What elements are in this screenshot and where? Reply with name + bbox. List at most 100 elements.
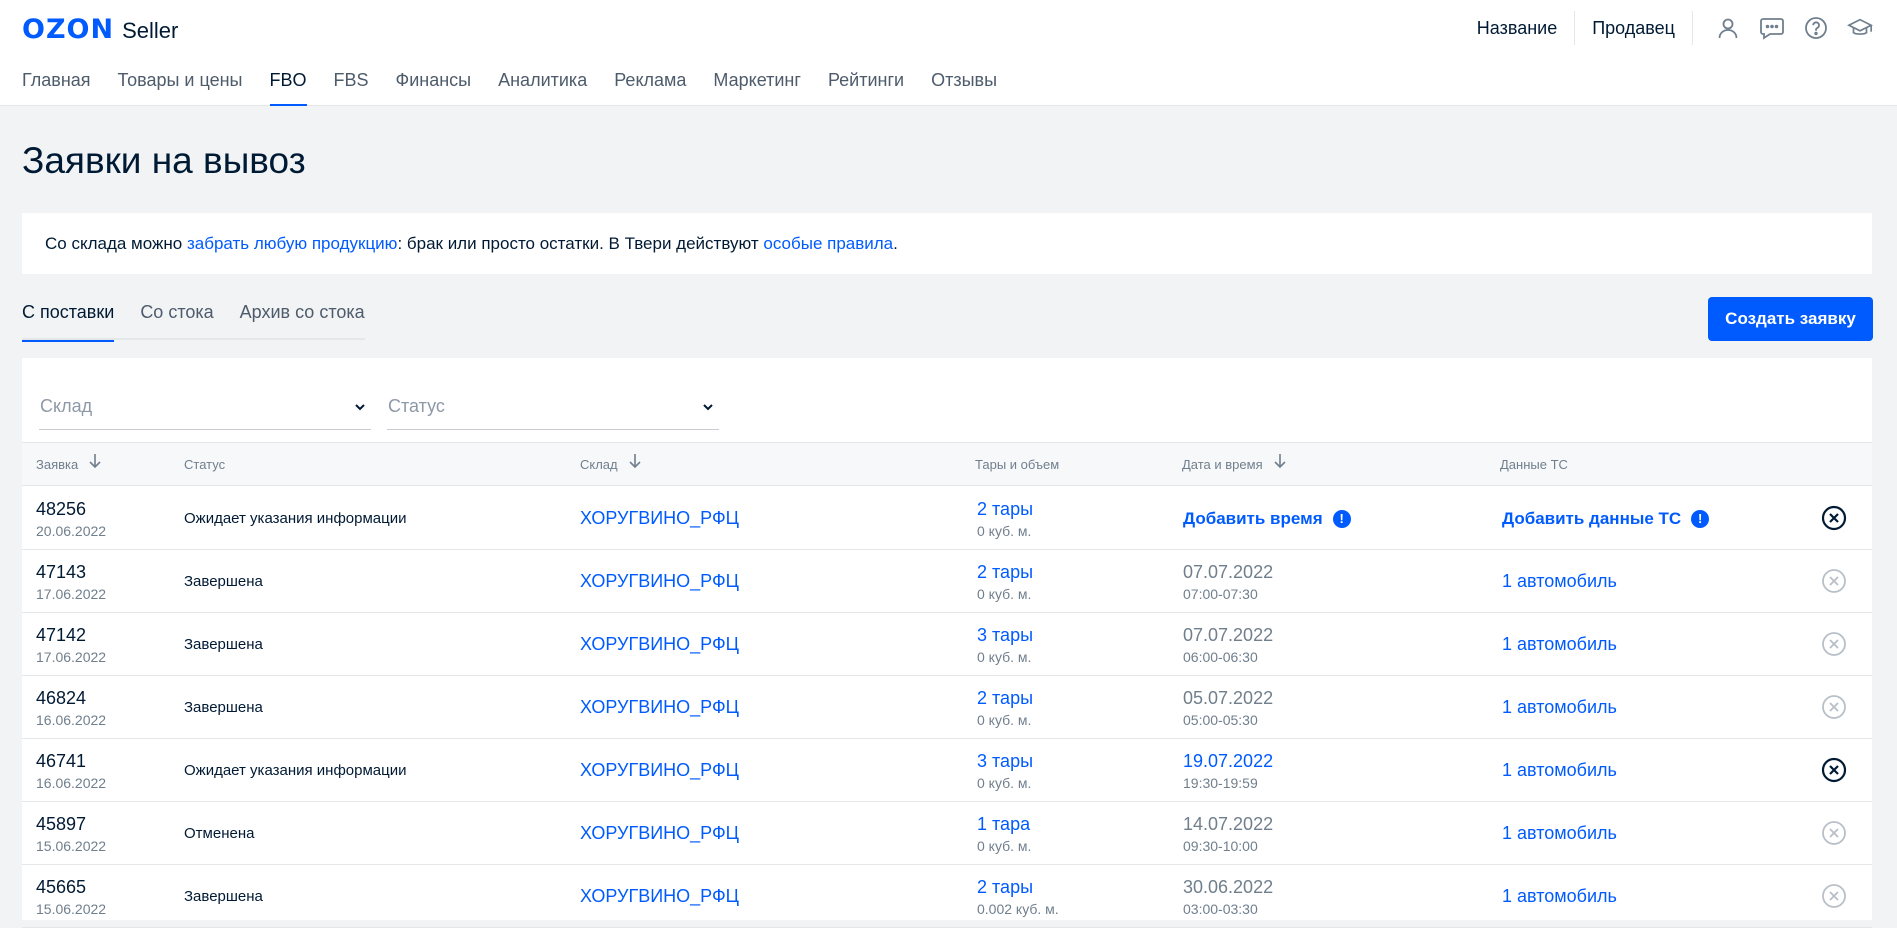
request-number[interactable]: 48256 [36, 499, 106, 520]
nav-item-ads[interactable]: Реклама [614, 70, 686, 106]
table-row[interactable]: 45665 15.06.2022 Завершена ХОРУГВИНО_РФЦ… [22, 865, 1872, 928]
status-cell: Завершена [184, 865, 263, 928]
request-cell: 46741 16.06.2022 [36, 739, 106, 802]
vehicle-link[interactable]: 1 автомобиль [1502, 571, 1617, 592]
vehicle-link[interactable]: 1 автомобиль [1502, 886, 1617, 907]
user-icon[interactable] [1715, 15, 1741, 41]
tab-from-stock[interactable]: Со стока [140, 302, 213, 340]
cancel-request-icon[interactable] [1821, 757, 1847, 783]
warehouse-cell: ХОРУГВИНО_РФЦ [580, 802, 739, 865]
status-cell: Ожидает указания информации [184, 739, 407, 802]
create-request-button[interactable]: Создать заявку [1708, 297, 1873, 341]
nav-item-fbo[interactable]: FBO [269, 70, 307, 106]
vehicle-link[interactable]: 1 автомобиль [1502, 760, 1617, 781]
column-warehouse[interactable]: Склад [580, 443, 642, 487]
volume: 0 куб. м. [977, 774, 1032, 791]
chevron-down-icon [353, 400, 367, 419]
ozon-seller-logo[interactable]: OZON Seller [22, 14, 178, 45]
request-number[interactable]: 45665 [36, 877, 106, 898]
warehouse-link[interactable]: ХОРУГВИНО_РФЦ [580, 697, 739, 718]
chat-icon[interactable] [1759, 15, 1785, 41]
slot-time: 05:00-05:30 [1183, 711, 1258, 728]
warehouse-link[interactable]: ХОРУГВИНО_РФЦ [580, 508, 739, 529]
nav-item-marketing[interactable]: Маркетинг [713, 70, 801, 106]
column-datetime[interactable]: Дата и время [1182, 443, 1287, 487]
tares-link[interactable]: 1 тара [977, 814, 1031, 835]
status-select[interactable]: Статус [387, 388, 719, 430]
request-number[interactable]: 46741 [36, 751, 106, 772]
warehouse-cell: ХОРУГВИНО_РФЦ [580, 865, 739, 928]
column-request[interactable]: Заявка [36, 443, 102, 487]
vehicle-cell: 1 автомобиль [1502, 550, 1617, 613]
nav-item-finance[interactable]: Финансы [396, 70, 472, 106]
warehouse-select[interactable]: Склад [39, 388, 371, 430]
table-row[interactable]: 45897 15.06.2022 Отменена ХОРУГВИНО_РФЦ … [22, 802, 1872, 865]
tares-cell: 3 тары 0 куб. м. [977, 739, 1033, 802]
nav-item-home[interactable]: Главная [22, 70, 91, 106]
request-number[interactable]: 47143 [36, 562, 106, 583]
sort-arrow-icon [88, 443, 102, 487]
status-cell: Ожидает указания информации [184, 487, 407, 550]
slot-time: 03:00-03:30 [1183, 900, 1258, 917]
nav-item-ratings[interactable]: Рейтинги [828, 70, 904, 106]
volume: 0 куб. м. [977, 648, 1032, 665]
tares-link[interactable]: 3 тары [977, 625, 1033, 646]
column-label: Статус [184, 457, 226, 472]
table-row[interactable]: 47142 17.06.2022 Завершена ХОРУГВИНО_РФЦ… [22, 613, 1872, 676]
request-tabs: С поставки Со стока Архив со стока [22, 302, 365, 342]
cancel-request-icon [1821, 631, 1847, 657]
account-area: Название Продавец [1460, 10, 1897, 46]
slot-date-link[interactable]: 19.07.2022 [1183, 751, 1273, 772]
special-rules-link[interactable]: особые правила [763, 234, 893, 253]
warehouse-link[interactable]: ХОРУГВИНО_РФЦ [580, 760, 739, 781]
vehicle-cell: 1 автомобиль [1502, 739, 1617, 802]
company-name-link[interactable]: Название [1460, 10, 1574, 46]
warehouse-cell: ХОРУГВИНО_РФЦ [580, 739, 739, 802]
requests-panel: Склад Статус Заявка Статус Склад Тары и … [22, 358, 1872, 928]
tares-link[interactable]: 2 тары [977, 562, 1033, 583]
request-number[interactable]: 47142 [36, 625, 106, 646]
warehouse-cell: ХОРУГВИНО_РФЦ [580, 550, 739, 613]
tares-cell: 3 тары 0 куб. м. [977, 613, 1033, 676]
tares-link[interactable]: 2 тары [977, 499, 1033, 520]
table-row[interactable]: 47143 17.06.2022 Завершена ХОРУГВИНО_РФЦ… [22, 550, 1872, 613]
nav-item-reviews[interactable]: Отзывы [931, 70, 997, 106]
warehouse-link[interactable]: ХОРУГВИНО_РФЦ [580, 823, 739, 844]
alert-icon: ! [1691, 509, 1710, 528]
tab-stock-archive[interactable]: Архив со стока [240, 302, 365, 340]
table-row[interactable]: 48256 20.06.2022 Ожидает указания информ… [22, 487, 1872, 550]
volume: 0.002 куб. м. [977, 900, 1059, 917]
volume: 0 куб. м. [977, 837, 1032, 854]
any-products-link[interactable]: забрать любую продукцию [187, 234, 397, 253]
add-vehicle-link[interactable]: Добавить данные ТС ! [1502, 509, 1710, 529]
help-icon[interactable] [1803, 15, 1829, 41]
nav-item-analytics[interactable]: Аналитика [498, 70, 587, 106]
warehouse-link[interactable]: ХОРУГВИНО_РФЦ [580, 634, 739, 655]
tares-link[interactable]: 3 тары [977, 751, 1033, 772]
request-number[interactable]: 46824 [36, 688, 106, 709]
status-cell: Завершена [184, 676, 263, 739]
tares-cell: 2 тары 0.002 куб. м. [977, 865, 1059, 928]
vehicle-link[interactable]: 1 автомобиль [1502, 634, 1617, 655]
add-time-link[interactable]: Добавить время ! [1183, 509, 1351, 529]
table-row[interactable]: 46824 16.06.2022 Завершена ХОРУГВИНО_РФЦ… [22, 676, 1872, 739]
tab-from-supply[interactable]: С поставки [22, 302, 115, 342]
datetime-cell: Добавить время ! [1183, 487, 1351, 550]
nav-item-fbs[interactable]: FBS [334, 70, 369, 106]
tares-link[interactable]: 2 тары [977, 877, 1059, 898]
vehicle-cell: 1 автомобиль [1502, 613, 1617, 676]
request-number[interactable]: 45897 [36, 814, 106, 835]
request-status: Ожидает указания информации [184, 762, 407, 779]
cancel-request-icon[interactable] [1821, 505, 1847, 531]
vehicle-link[interactable]: 1 автомобиль [1502, 697, 1617, 718]
vehicle-cell: Добавить данные ТС ! [1502, 487, 1710, 550]
vehicle-link[interactable]: 1 автомобиль [1502, 823, 1617, 844]
warehouse-link[interactable]: ХОРУГВИНО_РФЦ [580, 886, 739, 907]
header-icons [1693, 15, 1897, 41]
table-row[interactable]: 46741 16.06.2022 Ожидает указания информ… [22, 739, 1872, 802]
seller-link[interactable]: Продавец [1575, 10, 1692, 46]
nav-item-products[interactable]: Товары и цены [118, 70, 243, 106]
warehouse-link[interactable]: ХОРУГВИНО_РФЦ [580, 571, 739, 592]
education-icon[interactable] [1847, 15, 1873, 41]
tares-link[interactable]: 2 тары [977, 688, 1033, 709]
